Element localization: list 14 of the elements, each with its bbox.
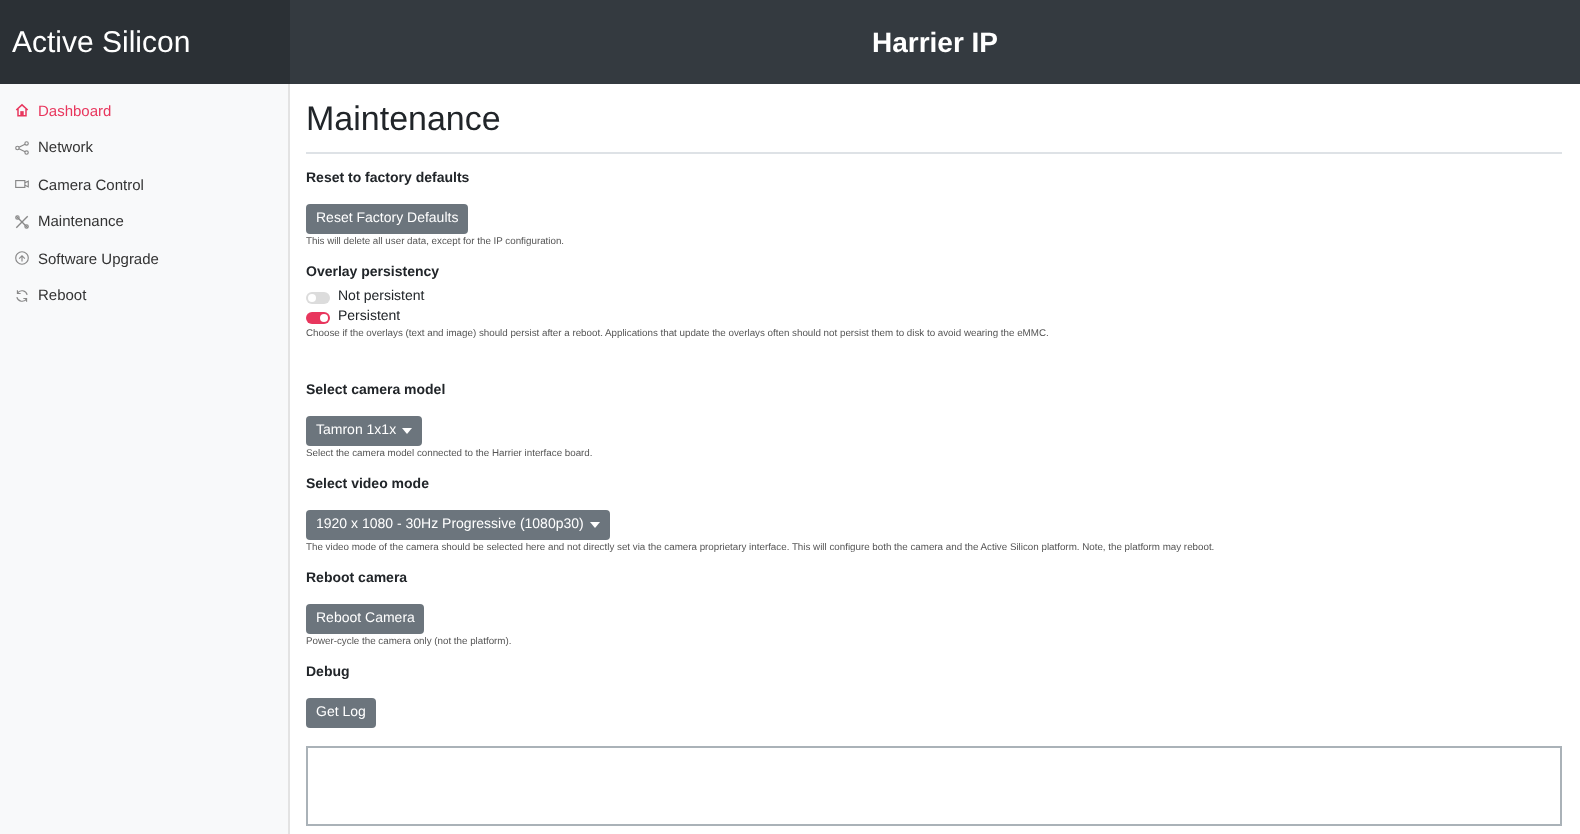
app-title: Harrier IP bbox=[871, 26, 999, 58]
brand-title: Active Silicon bbox=[0, 0, 290, 84]
caret-icon bbox=[402, 428, 413, 434]
page-title: Maintenance bbox=[306, 96, 1562, 154]
share-icon bbox=[14, 139, 30, 156]
toggle-switch[interactable] bbox=[306, 291, 330, 303]
camera-icon bbox=[14, 176, 30, 193]
caret-icon bbox=[589, 522, 600, 528]
upgrade-icon bbox=[14, 250, 30, 267]
reboot-icon bbox=[14, 287, 30, 304]
home-icon bbox=[14, 102, 30, 119]
tools-icon bbox=[14, 213, 30, 230]
toggle-switch[interactable] bbox=[306, 311, 330, 323]
log-field[interactable] bbox=[306, 746, 1562, 826]
